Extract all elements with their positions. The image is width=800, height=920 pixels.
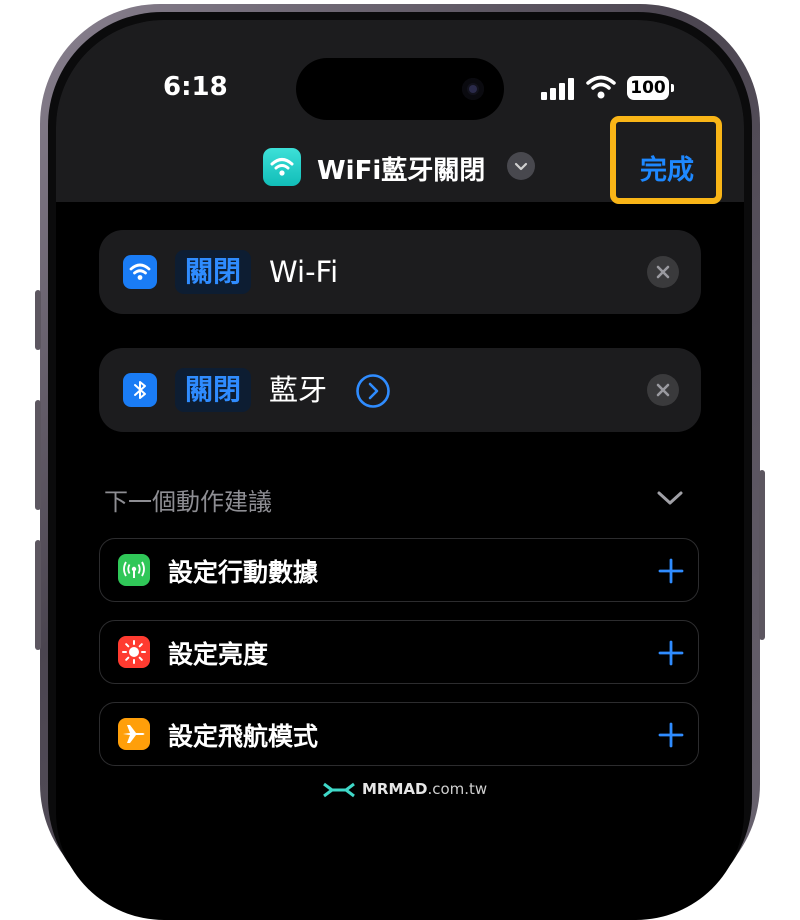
volume-up-button: [35, 400, 41, 510]
remove-action-button[interactable]: [647, 374, 679, 406]
chevron-right-circle-icon[interactable]: [355, 373, 391, 409]
watermark: MRMAD.com.tw: [322, 780, 487, 802]
remove-action-button[interactable]: [647, 256, 679, 288]
watermark-domain: .com.tw: [427, 780, 488, 798]
action-card-bluetooth[interactable]: 關閉 藍牙: [99, 348, 701, 432]
action-card-wifi[interactable]: 關閉 Wi-Fi: [99, 230, 701, 314]
suggestion-label: 設定飛航模式: [168, 722, 319, 751]
suggestions-header: 下一個動作建議: [104, 488, 272, 516]
cellular-signal-icon: [541, 78, 577, 100]
battery-indicator: 100: [627, 76, 669, 100]
suggestion-item[interactable]: 設定行動數據: [99, 538, 699, 602]
close-icon: [656, 265, 670, 279]
done-button[interactable]: 完成: [640, 148, 694, 187]
plus-icon[interactable]: [658, 722, 684, 748]
chevron-down-icon[interactable]: [656, 488, 684, 508]
suggestion-item[interactable]: 設定飛航模式: [99, 702, 699, 766]
volume-down-button: [35, 540, 41, 650]
suggestion-label: 設定行動數據: [168, 558, 319, 587]
action-object[interactable]: 藍牙: [269, 368, 327, 412]
status-time: 6:18: [163, 72, 228, 102]
watermark-text: MRMAD.com.tw: [362, 780, 487, 798]
screen: 6:18 100 WiFi藍牙關閉 完成 關閉 Wi-Fi 關閉 藍牙 下一個動…: [56, 20, 744, 920]
close-icon: [656, 383, 670, 397]
bluetooth-icon: [123, 373, 157, 407]
suggestion-label: 設定亮度: [168, 640, 269, 669]
shortcut-app-icon: [263, 148, 301, 186]
wifi-icon: [270, 158, 294, 176]
side-button: [759, 470, 765, 640]
shortcut-title: WiFi藍牙關閉: [317, 156, 486, 186]
suggestion-item[interactable]: 設定亮度: [99, 620, 699, 684]
camera-icon: [462, 78, 484, 100]
plus-icon[interactable]: [658, 558, 684, 584]
brightness-icon: [118, 636, 150, 668]
silent-switch: [35, 290, 41, 350]
mrmad-logo-icon: [323, 782, 355, 798]
watermark-brand: MRMAD: [362, 780, 428, 798]
wifi-status-icon: [586, 75, 616, 99]
dynamic-island: [296, 58, 504, 120]
cellular-icon: [118, 554, 150, 586]
action-verb-pill[interactable]: 關閉: [175, 250, 252, 294]
plus-icon[interactable]: [658, 640, 684, 666]
wifi-icon: [123, 255, 157, 289]
airplane-icon: [118, 718, 150, 750]
chevron-down-icon: [507, 152, 535, 180]
action-verb-pill[interactable]: 關閉: [175, 368, 252, 412]
battery-tip: [671, 84, 674, 92]
action-object[interactable]: Wi-Fi: [269, 250, 338, 294]
